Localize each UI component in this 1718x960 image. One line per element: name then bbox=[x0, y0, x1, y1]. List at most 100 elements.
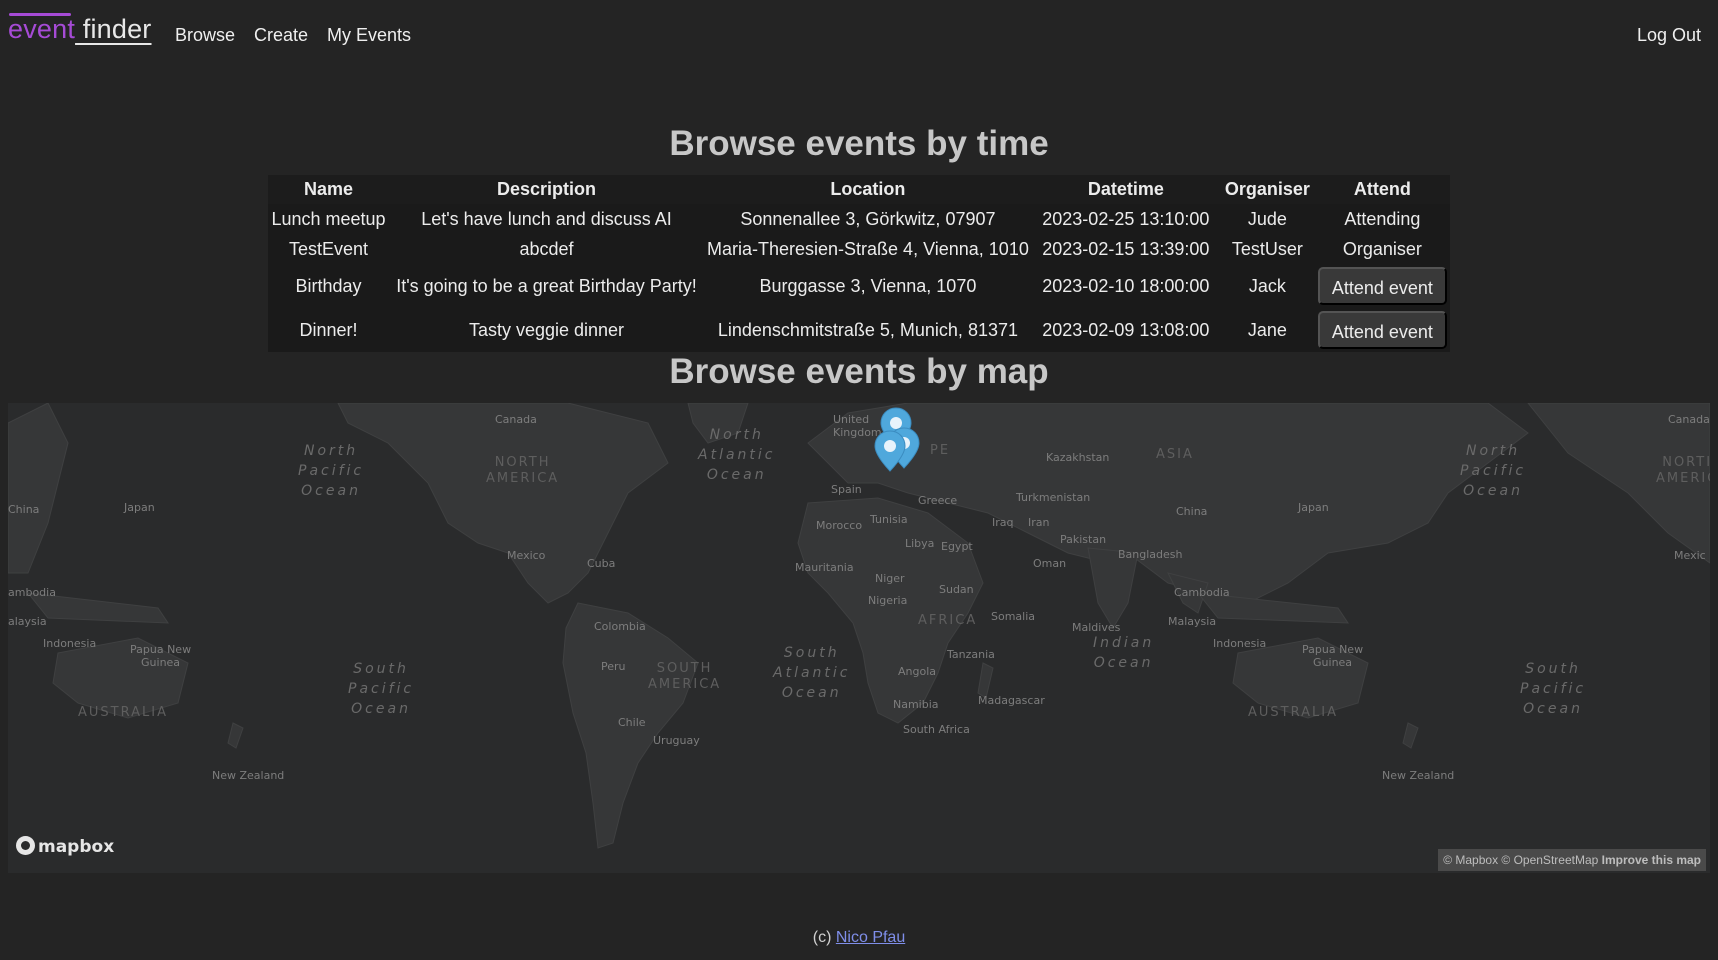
attend-event-button[interactable]: Attend event bbox=[1317, 267, 1447, 305]
ocean-label: North Pacific Ocean bbox=[1460, 443, 1527, 499]
country-label: Mauritania bbox=[795, 561, 854, 574]
country-label: Japan bbox=[124, 501, 155, 514]
mapbox-logo-icon bbox=[16, 836, 35, 855]
country-label: Iraq bbox=[992, 516, 1014, 529]
country-label: Canada bbox=[1668, 413, 1710, 426]
country-label: Canada bbox=[495, 413, 537, 426]
country-label: Mexico bbox=[507, 549, 546, 562]
event-location: Lindenschmitstraße 5, Munich, 81371 bbox=[717, 319, 1018, 340]
table-header-row: Name Description Location Datetime Organ… bbox=[268, 175, 1450, 204]
event-marker-icon[interactable] bbox=[874, 430, 906, 472]
country-label: New Zealand bbox=[212, 769, 285, 782]
country-label: China bbox=[8, 503, 40, 516]
country-label: Sudan bbox=[939, 583, 974, 596]
log-out-link[interactable]: Log Out bbox=[1637, 25, 1701, 46]
attend-status: Organiser bbox=[1342, 238, 1422, 259]
nav-create[interactable]: Create bbox=[254, 25, 308, 46]
country-label: Mexic bbox=[1674, 549, 1706, 562]
event-datetime: 2023-02-09 13:08:00 bbox=[1042, 319, 1210, 340]
brand-text-event: event bbox=[8, 14, 76, 44]
attend-cell: Attend event bbox=[1315, 264, 1450, 308]
event-organiser: Jack bbox=[1248, 275, 1286, 296]
country-label: alaysia bbox=[8, 615, 47, 628]
continent-label: AUSTRALIA bbox=[1248, 705, 1338, 720]
country-label: Niger bbox=[875, 572, 905, 585]
brand-accent-bar bbox=[9, 13, 71, 16]
event-location: Maria-Theresien-Straße 4, Vienna, 1010 bbox=[707, 238, 1029, 259]
continent-label: NORTH AMERICA bbox=[486, 455, 560, 486]
table-row: Birthday It's going to be a great Birthd… bbox=[268, 264, 1450, 308]
country-label: Nigeria bbox=[868, 594, 908, 607]
header-location: Location bbox=[704, 175, 1032, 204]
world-map[interactable]: North Pacific Ocean North Pacific Ocean … bbox=[8, 403, 1710, 873]
country-label: Indonesia bbox=[1213, 637, 1267, 650]
country-label: Iran bbox=[1028, 516, 1050, 529]
country-label: Papua New Guinea bbox=[130, 643, 192, 669]
ocean-label: North Atlantic Ocean bbox=[698, 427, 776, 483]
country-label: Chile bbox=[618, 716, 646, 729]
attribution-text: © Mapbox © OpenStreetMap bbox=[1443, 853, 1602, 867]
country-label: Tanzania bbox=[947, 648, 995, 661]
continent-label: AFRICA bbox=[918, 613, 978, 628]
continent-label: AUSTRALIA bbox=[78, 705, 168, 720]
events-table: Name Description Location Datetime Organ… bbox=[268, 175, 1450, 352]
browse-by-time-heading: Browse events by time bbox=[669, 124, 1049, 163]
country-label: Turkmenistan bbox=[1016, 491, 1091, 504]
footer: (c) Nico Pfau bbox=[0, 929, 1718, 947]
table-row: Dinner! Tasty veggie dinner Lindenschmit… bbox=[268, 308, 1450, 352]
footer-copyright: (c) bbox=[812, 929, 836, 946]
attend-event-button[interactable]: Attend event bbox=[1317, 311, 1447, 349]
country-label: Kazakhstan bbox=[1046, 451, 1110, 464]
header-datetime: Datetime bbox=[1031, 175, 1220, 204]
country-label: Somalia bbox=[991, 610, 1036, 623]
country-label: Japan bbox=[1298, 501, 1329, 514]
ocean-label: South Pacific Ocean bbox=[348, 661, 415, 717]
event-name: Birthday bbox=[295, 275, 362, 296]
continent-label: NORTI AMERIC bbox=[1656, 455, 1710, 486]
header-name: Name bbox=[268, 175, 389, 204]
event-organiser: Jude bbox=[1247, 208, 1287, 229]
event-name: TestEvent bbox=[288, 238, 369, 259]
browse-by-map-heading: Browse events by map bbox=[669, 352, 1049, 391]
footer-author-link[interactable]: Nico Pfau bbox=[836, 929, 905, 946]
country-label: Libya bbox=[905, 537, 935, 550]
country-label: Bangladesh bbox=[1118, 548, 1183, 561]
country-label: Namibia bbox=[893, 698, 939, 711]
country-label: New Zealand bbox=[1382, 769, 1455, 782]
country-label: Angola bbox=[898, 665, 937, 678]
brand-logo[interactable]: event finder bbox=[8, 13, 152, 45]
table-row: TestEvent abcdef Maria-Theresien-Straße … bbox=[268, 234, 1450, 264]
attend-cell: Attend event bbox=[1315, 308, 1450, 352]
ocean-label: South Atlantic Ocean bbox=[773, 645, 851, 701]
country-label: Maldives bbox=[1072, 621, 1121, 634]
country-label: Malaysia bbox=[1168, 615, 1217, 628]
continent-label: SOUTH AMERICA bbox=[648, 661, 722, 692]
event-description: It's going to be a great Birthday Party! bbox=[396, 275, 697, 296]
country-label: Cambodia bbox=[1174, 586, 1230, 599]
header-organiser: Organiser bbox=[1219, 175, 1315, 204]
nav-my-events[interactable]: My Events bbox=[327, 25, 411, 46]
country-label: Tunisia bbox=[870, 513, 908, 526]
event-description: abcdef bbox=[519, 238, 574, 259]
country-label: China bbox=[1176, 505, 1208, 518]
improve-map-link[interactable]: Improve this map bbox=[1602, 853, 1701, 867]
country-label: Cuba bbox=[587, 557, 616, 570]
country-label: Uruguay bbox=[653, 734, 700, 747]
event-organiser: Jane bbox=[1247, 319, 1287, 340]
mapbox-logo[interactable]: mapbox bbox=[16, 836, 114, 857]
header-attend: Attend bbox=[1314, 175, 1450, 204]
event-datetime: 2023-02-10 18:00:00 bbox=[1042, 275, 1210, 296]
mapbox-logo-text: mapbox bbox=[38, 837, 115, 857]
nav-browse[interactable]: Browse bbox=[175, 25, 235, 46]
continent-label: PE bbox=[930, 443, 951, 458]
map-attribution: © Mapbox © OpenStreetMap Improve this ma… bbox=[1438, 849, 1706, 871]
country-label: Greece bbox=[918, 494, 958, 507]
ocean-label: Indian Ocean bbox=[1093, 635, 1155, 671]
country-label: Egypt bbox=[941, 540, 973, 553]
country-label: Morocco bbox=[816, 519, 863, 532]
country-label: Papua New Guinea bbox=[1302, 643, 1364, 669]
brand-text-finder: finder bbox=[75, 14, 152, 44]
continent-label: ASIA bbox=[1156, 447, 1194, 462]
map-landmass bbox=[8, 403, 1710, 849]
attend-status: Attending bbox=[1344, 208, 1421, 229]
